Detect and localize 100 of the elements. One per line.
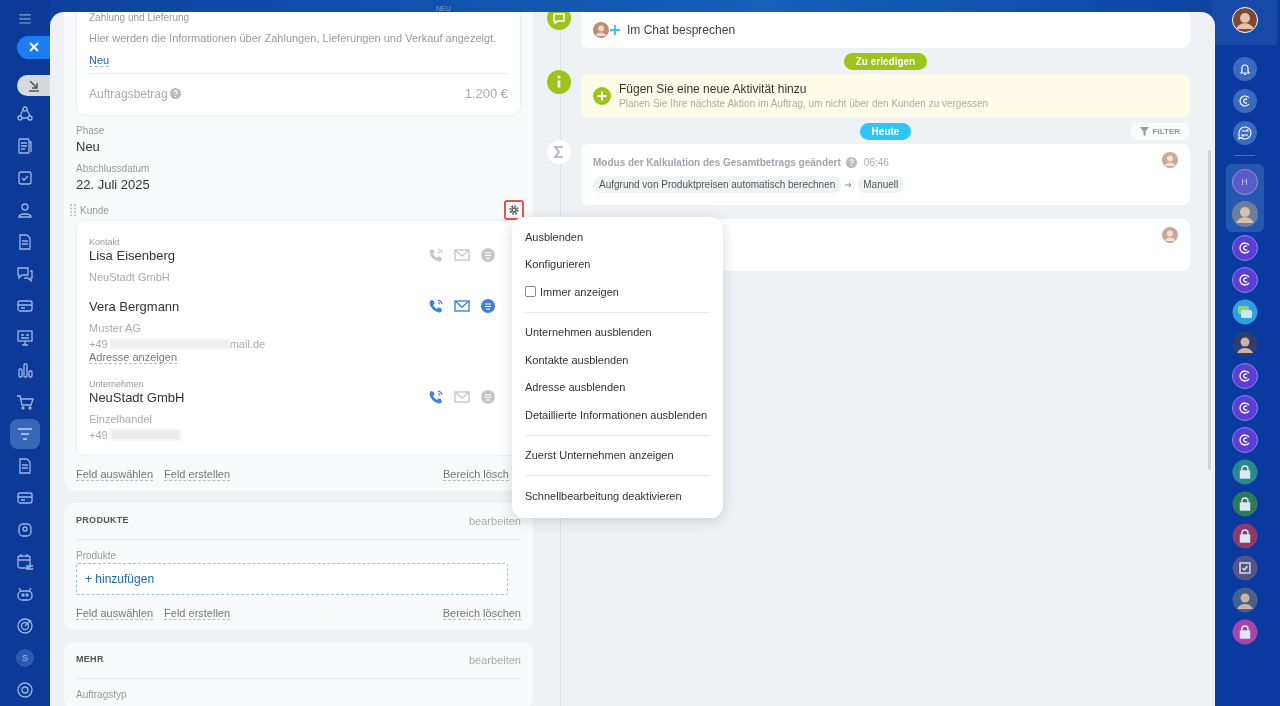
phone-icon[interactable] (428, 389, 444, 405)
delete-link[interactable]: Bereich löschen (442, 607, 521, 620)
collapse-arrow-icon[interactable] (27, 78, 41, 93)
chat-icon[interactable] (480, 298, 496, 314)
delete-link[interactable]: Bereich lösch (442, 468, 509, 481)
menu-item[interactable]: Kontakte ausblenden (512, 346, 723, 374)
menu-item[interactable]: Ausblenden (512, 223, 723, 251)
chat-icon (547, 12, 571, 30)
menu-item[interactable]: Konfigurieren (512, 250, 723, 278)
activity-hint: Planen Sie Ihre nächste Aktion im Auftrag, um nicht über den Kunden zu vergessen (619, 98, 989, 109)
swirl-icon[interactable] (1231, 395, 1258, 421)
field-label: Phase (76, 125, 106, 136)
address-link[interactable]: Adresse anzeigen (89, 351, 178, 364)
swirl-icon[interactable] (1231, 363, 1258, 389)
user-avatar[interactable] (1231, 587, 1258, 613)
add-product-field[interactable]: + hinzufügen (76, 563, 508, 595)
avatar-icon (1162, 227, 1178, 243)
funnel-icon[interactable] (16, 425, 34, 443)
field-label: Abschlussdatum (76, 163, 151, 174)
swirl-icon[interactable] (1231, 267, 1258, 293)
field-link[interactable]: Feld erstellen (164, 607, 231, 620)
user-avatar[interactable] (1231, 7, 1258, 33)
date-badge: Heute (859, 122, 912, 140)
nav-item[interactable] (10, 419, 40, 449)
user-avatar[interactable]: H (1231, 169, 1258, 195)
close-icon[interactable] (28, 41, 40, 54)
amount-value: 1.200 € (464, 86, 508, 101)
field-link[interactable]: Feld erstellen (164, 468, 231, 481)
menu-icon[interactable] (17, 14, 33, 24)
nodes-icon[interactable] (16, 105, 34, 123)
user-avatar[interactable] (1231, 201, 1258, 227)
event-title: Modus der Kalkulation des Gesamtbetrags geändert (593, 157, 841, 168)
board-icon[interactable] (16, 329, 34, 347)
chart-icon[interactable] (16, 361, 34, 379)
field-label: Auftragsbetrag (89, 86, 168, 101)
camera-icon[interactable] (16, 521, 34, 539)
check-icon[interactable] (16, 169, 34, 187)
field-label: Kunde (80, 204, 109, 216)
card-icon[interactable] (16, 297, 34, 315)
menu-item[interactable]: Unternehmen ausblenden (512, 318, 723, 346)
checkbox[interactable] (525, 286, 536, 298)
menu-item[interactable]: Schnellbearbeitung deaktivieren (512, 482, 723, 510)
news-icon[interactable] (16, 137, 34, 155)
client-name[interactable]: NeuStadt GmbH (89, 389, 185, 405)
field-label: Auftragstyp (76, 689, 128, 700)
activity-title[interactable]: Fügen Sie eine neue Aktivität hinzu (619, 82, 989, 96)
entry-subtitle: NeuStadt GmbH (89, 271, 171, 283)
field-link[interactable]: Feld auswählen (76, 468, 154, 481)
drag-handle-icon[interactable] (70, 204, 76, 216)
new-link[interactable]: Neu (89, 54, 110, 67)
entry-caption: Kontakt (89, 237, 121, 247)
swirl-icon[interactable] (1231, 427, 1258, 453)
menu-item[interactable]: Adresse ausblenden (512, 373, 723, 401)
user-avatar[interactable] (1231, 331, 1258, 357)
swirl-icon[interactable] (1231, 235, 1258, 261)
filter-icon[interactable] (1139, 126, 1149, 136)
card-icon[interactable] (16, 489, 34, 507)
email-address: mail.de (229, 338, 266, 350)
payment-hint: Hier werden die Informationen über Zahlungen, Lieferungen und Verkauf angezeigt. (89, 32, 498, 44)
lock-icon[interactable] (1231, 523, 1258, 549)
close-button[interactable] (17, 35, 51, 59)
doc-icon[interactable] (16, 457, 34, 475)
avatar-icon (1162, 152, 1178, 168)
old-value-tag: Aufgrund von Produktpreisen automatisch berechnen (593, 176, 842, 193)
check-icon[interactable] (1231, 555, 1258, 581)
status-badge: Zu erledigen (843, 52, 928, 70)
menu-item[interactable]: Detaillierte Informationen ausblenden (512, 401, 723, 429)
field-link[interactable]: Feld auswählen (76, 607, 154, 620)
lock-icon[interactable] (1231, 491, 1258, 517)
entry-subtitle: Muster AG (89, 322, 142, 334)
client-name[interactable]: Lisa Eisenberg (89, 247, 175, 263)
info-icon (547, 70, 571, 94)
field-value: Neu (76, 139, 101, 154)
mail-icon[interactable] (454, 298, 470, 314)
collapse-button[interactable] (17, 74, 51, 96)
bell-icon[interactable] (1232, 57, 1257, 81)
swirl-icon[interactable] (1232, 89, 1257, 113)
field-value: 22. Juli 2025 (76, 177, 151, 192)
lock-icon[interactable] (1231, 619, 1258, 645)
calendar-icon[interactable] (16, 553, 34, 571)
phone-icon[interactable] (428, 298, 444, 314)
new-value-tag: Manuell (857, 176, 905, 193)
cart-icon[interactable] (16, 393, 34, 411)
menu-item[interactable]: Immer anzeigen (512, 278, 723, 306)
avatar-icon (593, 22, 609, 38)
chat-icon[interactable] (1231, 299, 1258, 325)
doc-icon[interactable] (16, 233, 34, 251)
phone-number: +49 (89, 338, 108, 350)
client-name[interactable]: Vera Bergmann (89, 298, 180, 314)
menu-item[interactable]: Zuerst Unternehmen anzeigen (512, 441, 723, 469)
target-icon[interactable] (16, 617, 34, 635)
field-label: Produkte (76, 550, 118, 561)
sum-icon (547, 140, 571, 164)
chat-prompt[interactable]: Im Chat besprechen (627, 23, 736, 37)
section-title: Zahlung und Lieferung (89, 12, 191, 24)
chat-icon[interactable] (16, 265, 34, 283)
lock-icon[interactable] (1231, 459, 1258, 485)
robot-icon[interactable] (16, 585, 34, 603)
exchange-icon[interactable] (1232, 121, 1257, 145)
people-icon[interactable] (16, 201, 34, 219)
